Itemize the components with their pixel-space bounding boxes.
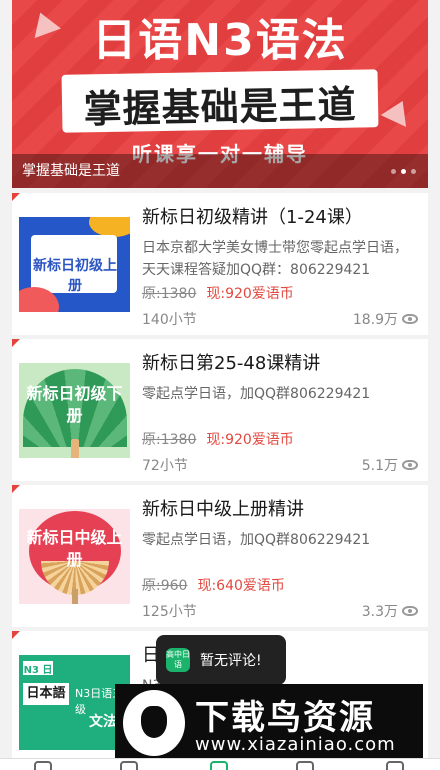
eye-icon bbox=[402, 606, 418, 616]
thumbnail-subtitle-2: 文法 bbox=[89, 714, 117, 730]
watermark: 下载鸟资源 www.xiazainiao.com bbox=[115, 684, 423, 762]
eye-icon bbox=[402, 314, 418, 324]
carousel-dot[interactable] bbox=[411, 169, 416, 174]
course-thumbnail[interactable]: N3 日语 日本語 N3日语三级 文法 bbox=[19, 655, 130, 750]
lesson-count: 125小节 bbox=[142, 604, 197, 620]
promo-banner[interactable]: 日语N3语法 掌握基础是王道 听课享一对一辅导 掌握基础是王道 bbox=[12, 0, 428, 188]
watermark-name: 下载鸟资源 bbox=[195, 698, 375, 738]
carousel-dot[interactable] bbox=[391, 169, 396, 174]
banner-caption: 掌握基础是王道 bbox=[22, 163, 120, 179]
thumbnail-text: 新标日初级下册 bbox=[26, 384, 123, 425]
original-price: 原:960 bbox=[142, 578, 188, 594]
course-info: 新标日中级上册精讲 零起点学日语，加QQ群806229421 bbox=[142, 495, 418, 573]
course-thumbnail[interactable]: 新标日中级上册 bbox=[19, 509, 130, 604]
course-card[interactable]: 新标日初级下册 新标日第25-48课精讲 零起点学日语，加QQ群80622942… bbox=[12, 339, 428, 481]
lesson-count: 140小节 bbox=[142, 312, 197, 328]
fan-handle bbox=[71, 439, 79, 458]
course-info: 新标日第25-48课精讲 零起点学日语，加QQ群806229421 bbox=[142, 349, 418, 427]
price-row: 原:1380 现:920爱语币 bbox=[142, 429, 294, 449]
video-icon[interactable] bbox=[210, 761, 228, 770]
view-count: 5.1万 bbox=[362, 455, 418, 475]
course-thumbnail[interactable]: 新标日初级上册 bbox=[19, 217, 130, 312]
banner-slogan-box: 掌握基础是王道 bbox=[61, 69, 379, 133]
course-card[interactable]: 新标日中级上册 新标日中级上册精讲 零起点学日语，加QQ群806229421 原… bbox=[12, 485, 428, 627]
corner-mark bbox=[12, 485, 20, 493]
course-title[interactable]: 新标日初级精讲（1-24课） bbox=[142, 203, 418, 229]
original-price: 原:1380 bbox=[142, 432, 197, 448]
course-title[interactable]: 新标日中级上册精讲 bbox=[142, 495, 418, 521]
price-row: 原:960 现:640爱语币 bbox=[142, 575, 285, 595]
app-screen: 日语N3语法 掌握基础是王道 听课享一对一辅导 掌握基础是王道 新标日初级上册 … bbox=[0, 0, 440, 770]
eye-icon bbox=[402, 460, 418, 470]
course-description: 零起点学日语，加QQ群806229421 bbox=[142, 386, 371, 402]
banner-title: 日语N3语法 bbox=[92, 15, 348, 66]
view-count: 3.3万 bbox=[362, 601, 418, 621]
original-price: 原:1380 bbox=[142, 286, 197, 302]
price-row: 原:1380 现:920爱语币 bbox=[142, 283, 294, 303]
current-price: 现:640爱语币 bbox=[197, 578, 285, 594]
thumbnail-label: 日本語 bbox=[23, 683, 69, 705]
course-info: 新标日初级精讲（1-24课） 日本京都大学美女博士带您零起点学日语，天天课程答疑… bbox=[142, 203, 418, 281]
corner-mark bbox=[12, 631, 20, 639]
app-icon: 高中日语 bbox=[166, 648, 190, 672]
category-icon[interactable] bbox=[120, 761, 138, 770]
fan-handle bbox=[72, 589, 78, 604]
view-count-value: 18.9万 bbox=[352, 312, 398, 328]
profile-icon[interactable] bbox=[386, 761, 404, 770]
lesson-count: 72小节 bbox=[142, 458, 188, 474]
current-price: 现:920爱语币 bbox=[206, 432, 294, 448]
thumbnail-badge: N3 日语 bbox=[23, 661, 53, 691]
corner-mark bbox=[12, 339, 20, 347]
banner-slogan: 掌握基础是王道 bbox=[83, 82, 357, 132]
course-title[interactable]: 新标日第25-48课精讲 bbox=[142, 349, 418, 375]
current-price: 现:920爱语币 bbox=[206, 286, 294, 302]
course-description: 日本京都大学美女博士带您零起点学日语，天天课程答疑加QQ群：806229421 bbox=[142, 240, 408, 278]
carousel-dot-active[interactable] bbox=[401, 169, 406, 174]
thumbnail-shape bbox=[89, 217, 130, 237]
view-count-value: 5.1万 bbox=[361, 458, 398, 474]
course-card[interactable]: 新标日初级上册 新标日初级精讲（1-24课） 日本京都大学美女博士带您零起点学日… bbox=[12, 193, 428, 335]
thumbnail-text: 新标日中级上册 bbox=[26, 528, 123, 569]
corner-mark bbox=[12, 193, 20, 201]
toast-text: 暂无评论! bbox=[200, 653, 262, 669]
view-count-value: 3.3万 bbox=[361, 604, 398, 620]
watermark-url: www.xiazainiao.com bbox=[195, 734, 396, 755]
course-description: 零起点学日语，加QQ群806229421 bbox=[142, 532, 371, 548]
bottom-nav bbox=[0, 758, 440, 770]
course-thumbnail[interactable]: 新标日初级下册 bbox=[19, 363, 130, 458]
discover-icon[interactable] bbox=[296, 761, 314, 770]
carousel-indicator[interactable] bbox=[391, 169, 416, 174]
view-count: 18.9万 bbox=[353, 309, 418, 329]
home-icon[interactable] bbox=[34, 761, 52, 770]
toast-message: 高中日语 暂无评论! bbox=[156, 635, 286, 685]
bird-logo-icon bbox=[123, 690, 185, 756]
